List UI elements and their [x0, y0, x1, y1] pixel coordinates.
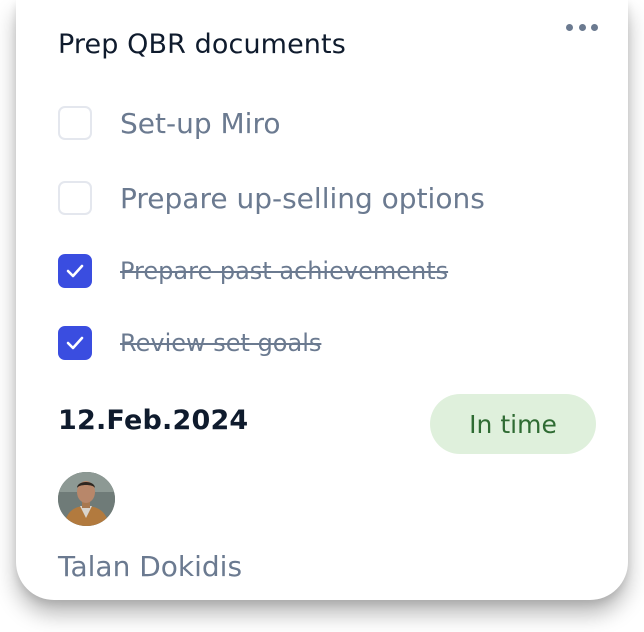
card-title: Prep QBR documents [58, 29, 346, 60]
task-label: Prepare up-selling options [120, 181, 485, 215]
avatar-photo [58, 472, 115, 526]
task-item[interactable]: Prepare past achievements [58, 252, 448, 290]
checkmark-icon [66, 264, 84, 278]
more-dot [591, 23, 598, 31]
task-item[interactable]: Review set goals [58, 324, 321, 362]
task-label: Set-up Miro [120, 106, 281, 140]
task-checkbox[interactable] [58, 106, 92, 140]
due-date: 12.Feb.2024 [58, 405, 249, 436]
more-dot [578, 23, 586, 31]
task-item[interactable]: Prepare up-selling options [58, 179, 485, 217]
checkmark-icon [66, 336, 84, 350]
status-badge: In time [430, 394, 596, 454]
task-checkbox[interactable] [58, 181, 92, 215]
task-label: Prepare past achievements [120, 257, 449, 285]
task-item[interactable]: Set-up Miro [58, 104, 280, 142]
assignee-name: Talan Dokidis [58, 550, 243, 583]
task-label: Review set goals [120, 329, 322, 357]
user-avatar[interactable] [58, 472, 115, 526]
more-options-button[interactable] [566, 20, 598, 34]
task-checkbox-checked[interactable] [58, 254, 92, 288]
task-checkbox-checked[interactable] [58, 326, 92, 360]
task-card: Prep QBR documents Set-up Miro Prepare u… [16, 0, 628, 600]
more-horizontal-icon [566, 23, 573, 31]
